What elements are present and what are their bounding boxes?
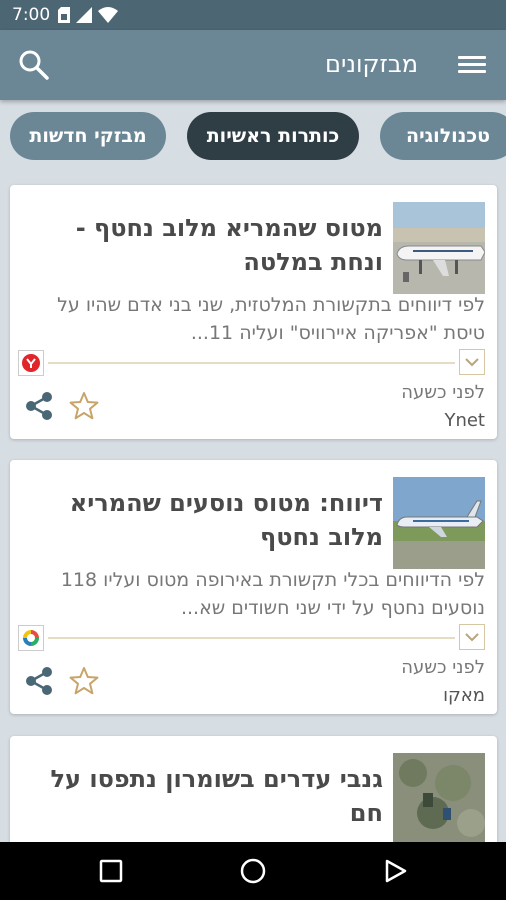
article-source: מאקו [443,685,485,706]
share-icon [26,667,52,695]
status-icons [58,7,119,23]
article-card[interactable]: גנבי עדרים בשומרון נתפסו על חם [10,736,497,856]
favorite-button[interactable] [68,390,100,422]
article-time: לפני כשעה [401,657,485,678]
article-summary: לפי דיווחים בתקשורת המלטזית, שני בני אדם… [57,294,485,344]
article-divider [18,349,485,377]
share-button[interactable] [22,664,56,698]
signal-icon [76,7,93,23]
chevron-down-icon [465,633,479,642]
article-summary: לפי הדיווחים בכלי תקשורת באירופה מטוס וע… [60,569,485,619]
airplane-at-airport-image [393,202,485,294]
hamburger-menu-icon [458,56,486,73]
tab-technology[interactable]: טכנולוגיה [380,112,506,160]
hillside-image [393,753,485,845]
article-headline[interactable]: דיווח: מטוס נוסעים שהמריא מלוב נחטף [22,486,383,554]
divider-line [48,637,455,639]
share-button[interactable] [22,389,56,423]
status-bar: 7:00 [0,0,506,30]
divider-line [48,362,455,364]
article-card[interactable]: דיווח: מטוס נוסעים שהמריא מלוב נחטף לפי … [10,460,497,714]
wifi-icon [98,7,119,23]
article-headline[interactable]: מטוס שהמריא מלוב נחטף - ונחת במלטה [22,211,383,279]
share-icon [26,392,52,420]
search-button[interactable] [16,47,52,83]
home-circle-icon [240,858,266,884]
article-thumbnail[interactable] [393,477,485,569]
article-thumbnail[interactable] [393,202,485,294]
tab-headlines[interactable]: כותרות ראשיות [187,112,359,160]
article-source: Ynet [444,410,485,431]
article-card[interactable]: מטוס שהמריא מלוב נחטף - ונחת במלטה לפי ד… [10,185,497,439]
article-headline[interactable]: גנבי עדרים בשומרון נתפסו על חם [22,762,383,830]
home-button[interactable] [238,856,268,886]
airplane-on-runway-image [393,477,485,569]
recents-button[interactable] [96,856,126,886]
chevron-down-icon [465,358,479,367]
category-tabs: טכנולוגיה כותרות ראשיות מבזקי חדשות [0,112,506,164]
article-divider [18,624,485,652]
back-button[interactable] [380,856,410,886]
source-logo [18,350,44,376]
ynet-logo [22,354,40,372]
status-time: 7:00 [12,5,51,25]
favorite-button[interactable] [68,665,100,697]
source-logo [18,625,44,651]
system-nav-bar [0,842,506,900]
star-outline-icon [69,392,99,420]
expand-button[interactable] [459,624,485,650]
sim-card-icon [58,7,71,23]
app-title: מבזקונים [325,50,418,78]
recents-square-icon [99,859,123,883]
menu-button[interactable] [458,52,486,78]
star-outline-icon [69,667,99,695]
app-bar: מבזקונים [0,30,506,100]
article-thumbnail[interactable] [393,753,485,845]
article-time: לפני כשעה [401,382,485,403]
expand-button[interactable] [459,349,485,375]
tab-breaking-news[interactable]: מבזקי חדשות [10,112,166,160]
mako-logo [23,630,39,646]
back-triangle-icon [385,859,407,883]
search-icon [19,50,49,80]
